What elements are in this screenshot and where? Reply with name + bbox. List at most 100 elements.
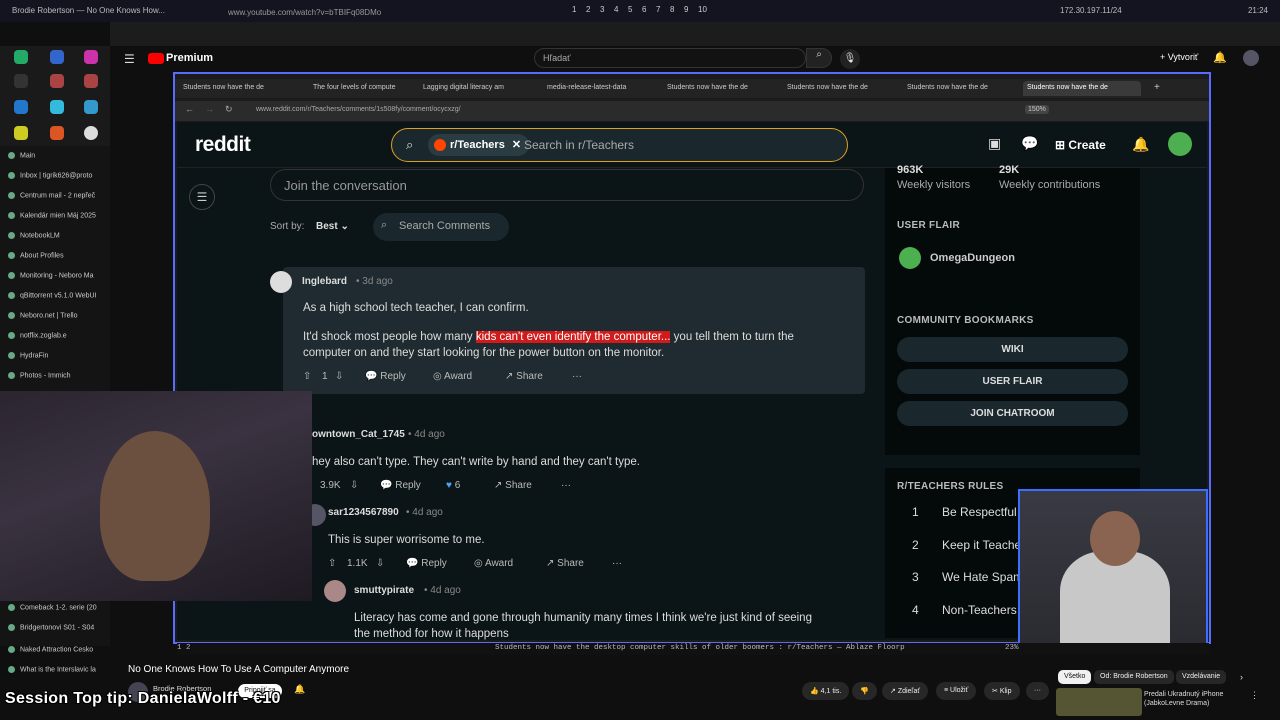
app-icon[interactable]	[84, 74, 98, 88]
comment-author[interactable]: owntown_Cat_1745	[312, 429, 405, 440]
share-button[interactable]: ↗ Share	[505, 371, 543, 382]
sidebar-item[interactable]: qBittorrent v5.1.0 WebUI	[8, 292, 108, 299]
dislike-icon[interactable]: 👎	[852, 682, 877, 700]
avatar[interactable]	[270, 271, 292, 293]
close-icon[interactable]: ✕	[512, 139, 521, 151]
address-bar[interactable]: www.reddit.com/r/Teachers/comments/1s508…	[250, 104, 1030, 118]
share-button[interactable]: ↗ Zdieľať	[882, 682, 928, 700]
browser-tab-active[interactable]: Students now have the de	[1023, 81, 1141, 96]
share-button[interactable]: ↗ Share	[546, 558, 584, 569]
subreddit-chip[interactable]: r/Teachers ✕	[428, 134, 530, 156]
award-button[interactable]: ◎ Award	[433, 371, 472, 382]
award-button[interactable]: ◎ Award	[474, 558, 513, 569]
app-icon[interactable]	[50, 100, 64, 114]
reddit-logo[interactable]: reddit	[195, 133, 251, 157]
app-icon[interactable]	[50, 74, 64, 88]
join-conversation-input[interactable]: Join the conversation	[270, 169, 864, 201]
bell-icon[interactable]: 🔔	[294, 684, 305, 695]
upvote-icon[interactable]: ⇧	[303, 371, 311, 382]
rule-item[interactable]: 1 Be Respectful	[912, 505, 1017, 519]
recommended-thumbnail[interactable]	[1056, 688, 1142, 716]
browser-tab[interactable]: Students now have the de	[179, 81, 303, 96]
comment-author[interactable]: sar1234567890	[328, 507, 399, 518]
browser-tab[interactable]: The four levels of compute	[309, 81, 423, 96]
app-icon[interactable]	[14, 50, 28, 64]
reddit-search-input[interactable]: Search in r/Teachers	[524, 138, 634, 152]
app-icon[interactable]	[84, 126, 98, 140]
advertise-icon[interactable]: ▣	[988, 135, 1001, 152]
sidebar-item[interactable]: Naked Attraction Česko	[8, 646, 108, 653]
new-tab-icon[interactable]: +	[1151, 81, 1167, 96]
user-flair-name[interactable]: OmegaDungeon	[930, 252, 1015, 264]
user-flair-button[interactable]: USER FLAIR	[897, 369, 1128, 394]
sidebar-item[interactable]: Inbox | tigrik626@proto	[8, 172, 108, 179]
search-icon[interactable]: ⌕	[806, 48, 832, 68]
browser-tab[interactable]: Students now have the de	[903, 81, 1011, 96]
downvote-icon[interactable]: ⇩	[376, 558, 384, 569]
filter-chip-all[interactable]: Všetko	[1058, 670, 1092, 684]
yt-address-bar[interactable]: www.youtube.com/watch?v=bTBIFq08DMo	[118, 4, 1048, 20]
more-icon[interactable]: ⋮	[1250, 690, 1259, 701]
chevron-right-icon[interactable]: ›	[1240, 672, 1243, 682]
notifications-icon[interactable]: 🔔	[1132, 136, 1149, 153]
avatar[interactable]	[324, 580, 346, 602]
sidebar-item[interactable]: Kalendár mien Máj 2025	[8, 212, 108, 219]
app-icon[interactable]	[84, 50, 98, 64]
sidebar-item[interactable]: NotebookLM	[8, 232, 108, 239]
share-button[interactable]: ↗ Share	[494, 480, 532, 491]
create-button[interactable]: + Vytvoriť	[1160, 52, 1198, 62]
x-icon[interactable]	[14, 74, 28, 88]
avatar[interactable]	[1243, 50, 1259, 66]
browser-tab[interactable]: media-release-latest-data	[543, 81, 647, 96]
more-icon[interactable]: ···	[612, 558, 622, 569]
reply-button[interactable]: 💬 Reply	[406, 558, 447, 569]
rule-item[interactable]: 3 We Hate Spam	[912, 570, 1023, 584]
app-icon[interactable]	[14, 100, 28, 114]
sidebar-item[interactable]: Monitoring - Neboro Ma	[8, 272, 108, 279]
filter-chip-channel[interactable]: Od: Brodie Robertson	[1094, 670, 1174, 684]
chat-icon[interactable]: 💬	[1021, 135, 1038, 152]
award-button[interactable]: ♥ 6	[446, 480, 460, 491]
sidebar-item[interactable]: Bridgertonovi S01 - S04	[8, 624, 108, 631]
sidebar-item[interactable]: Photos - Immich	[8, 372, 108, 379]
more-icon[interactable]: ···	[572, 371, 582, 382]
downvote-icon[interactable]: ⇩	[335, 371, 343, 382]
sidebar-item[interactable]: notflix.zoglab.e	[8, 332, 108, 339]
yt-search-input[interactable]: Hľadať	[534, 48, 806, 68]
like-button[interactable]: 👍 4,1 tis.	[802, 682, 850, 700]
sidebar-item[interactable]: Comeback 1-2. serie (20	[8, 604, 108, 611]
app-icon[interactable]	[14, 126, 28, 140]
microphone-icon[interactable]: 🎙	[840, 49, 860, 69]
rule-item[interactable]: 4 Non-Teachers P	[912, 603, 1028, 617]
reply-button[interactable]: 💬 Reply	[380, 480, 421, 491]
wiki-button[interactable]: WIKI	[897, 337, 1128, 362]
user-avatar[interactable]	[1168, 132, 1192, 156]
sidebar-item[interactable]: Centrum mail - 2 nepřeč	[8, 192, 108, 199]
sidebar-item[interactable]: Neboro.net | Trello	[8, 312, 108, 319]
menu-icon[interactable]: ☰	[189, 184, 215, 210]
sidebar-item[interactable]: What is the Interslavic la	[8, 666, 108, 673]
downvote-icon[interactable]: ⇩	[350, 480, 358, 491]
reload-icon[interactable]: ↻	[225, 104, 233, 115]
upvote-icon[interactable]: ⇧	[328, 558, 336, 569]
sidebar-item[interactable]: About Profiles	[8, 252, 108, 259]
more-icon[interactable]: ···	[561, 480, 571, 491]
join-chatroom-button[interactable]: JOIN CHATROOM	[897, 401, 1128, 426]
bell-icon[interactable]: 🔔	[1213, 51, 1227, 64]
search-comments-button[interactable]: ⌕ Search Comments	[373, 213, 509, 241]
youtube-logo[interactable]: Premium	[148, 52, 213, 64]
app-icon[interactable]	[50, 126, 64, 140]
reply-button[interactable]: 💬 Reply	[365, 371, 406, 382]
comment-author[interactable]: Inglebard	[302, 276, 347, 287]
sidebar-item[interactable]: HydraFin	[8, 352, 108, 359]
browser-tab[interactable]: Students now have the de	[663, 81, 771, 96]
save-button[interactable]: ≡ Uložiť	[936, 682, 977, 700]
clip-button[interactable]: ✂ Klip	[984, 682, 1020, 700]
recommended-title[interactable]: Predali Ukradnutý iPhone (JabkoLevne Dra…	[1144, 690, 1228, 708]
browser-tab[interactable]: Lagging digital literacy am	[419, 81, 537, 96]
rule-item[interactable]: 2 Keep it Teacher	[912, 538, 1025, 552]
sort-dropdown[interactable]: Best ⌄	[316, 221, 349, 232]
app-icon[interactable]	[84, 100, 98, 114]
create-post-button[interactable]: ⊞ Create	[1055, 138, 1106, 152]
back-icon[interactable]: ←	[185, 104, 194, 114]
